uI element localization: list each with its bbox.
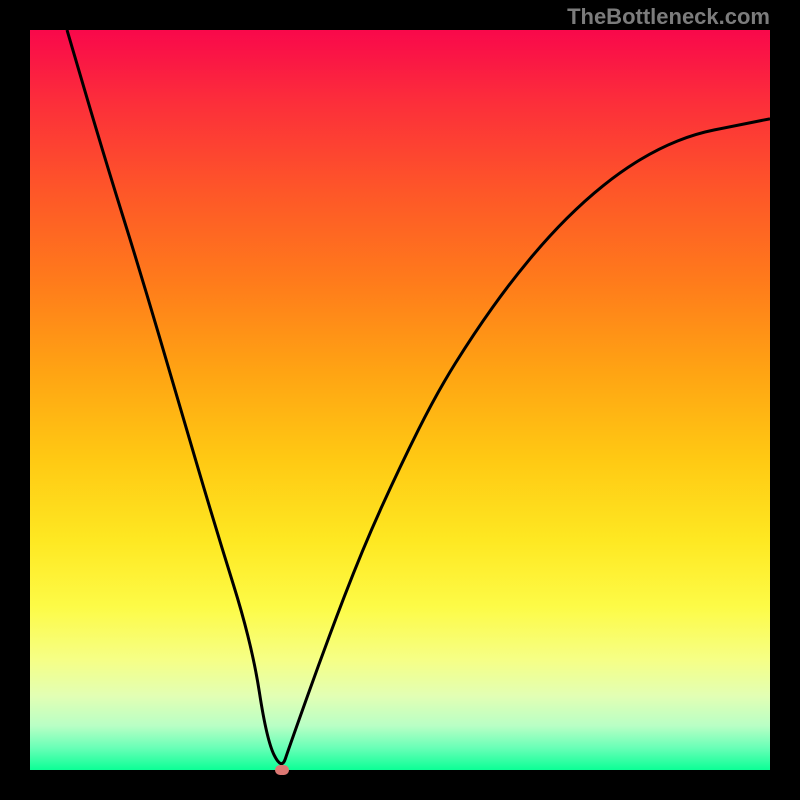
plot-area	[30, 30, 770, 770]
bottleneck-curve	[30, 30, 770, 770]
minimum-marker	[275, 765, 289, 775]
attribution-text: TheBottleneck.com	[567, 4, 770, 30]
chart-frame: TheBottleneck.com	[0, 0, 800, 800]
